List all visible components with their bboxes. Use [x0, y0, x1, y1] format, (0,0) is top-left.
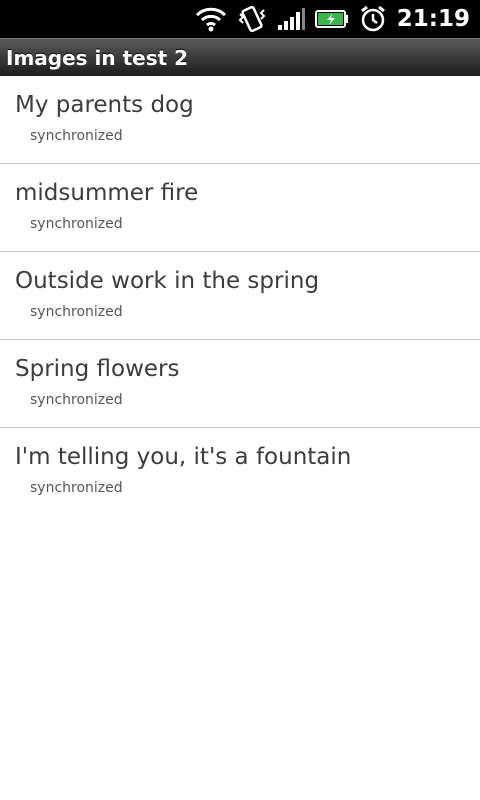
status-icons — [195, 5, 387, 33]
item-title: midsummer fire — [15, 180, 199, 206]
list-item[interactable]: midsummer fire synchronized — [0, 164, 480, 252]
battery-charging-icon — [314, 9, 349, 29]
item-status: synchronized — [30, 480, 123, 496]
item-title: My parents dog — [15, 92, 194, 118]
status-clock: 21:19 — [396, 6, 470, 32]
list-item[interactable]: My parents dog synchronized — [0, 76, 480, 164]
item-status: synchronized — [30, 128, 123, 144]
item-status: synchronized — [30, 304, 123, 320]
item-title: Spring flowers — [15, 356, 180, 382]
image-list: My parents dog synchronized midsummer fi… — [0, 76, 480, 516]
item-title: I'm telling you, it's a fountain — [15, 444, 352, 470]
item-status: synchronized — [30, 216, 123, 232]
signal-icon — [277, 7, 305, 31]
item-status: synchronized — [30, 392, 123, 408]
list-item[interactable]: I'm telling you, it's a fountain synchro… — [0, 428, 480, 516]
list-item[interactable]: Outside work in the spring synchronized — [0, 252, 480, 340]
list-item[interactable]: Spring flowers synchronized — [0, 340, 480, 428]
item-title: Outside work in the spring — [15, 268, 320, 294]
wifi-icon — [195, 6, 227, 32]
alarm-icon — [359, 5, 387, 33]
page-title: Images in test 2 — [6, 45, 189, 70]
vibrate-icon — [237, 5, 267, 33]
title-bar: Images in test 2 — [0, 38, 480, 76]
status-bar: 21:19 — [0, 0, 480, 38]
